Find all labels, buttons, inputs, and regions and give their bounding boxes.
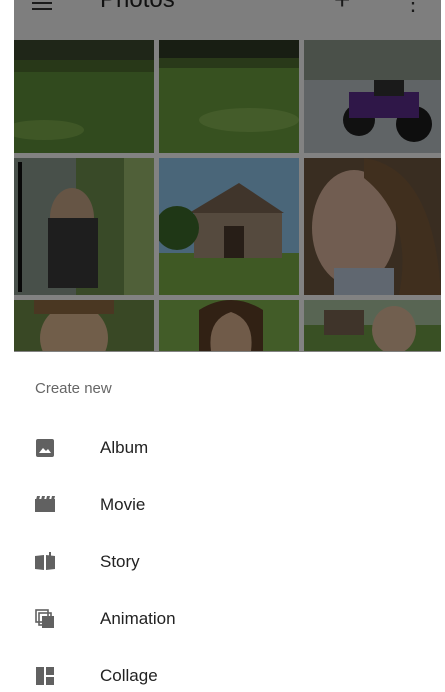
create-collage-item[interactable]: Collage: [14, 650, 441, 692]
collage-icon: [36, 667, 54, 685]
animation-icon: [35, 609, 54, 628]
sheet-title: Create new: [35, 380, 112, 397]
animation-label: Animation: [100, 609, 176, 628]
create-album-item[interactable]: Album: [14, 422, 441, 474]
movie-label: Movie: [100, 495, 146, 514]
movie-icon: [35, 496, 55, 512]
create-story-item[interactable]: Story: [14, 536, 441, 588]
album-icon: [36, 439, 54, 457]
collage-label: Collage: [100, 666, 158, 685]
phone-screen: Photos + ⋮: [14, 0, 441, 692]
create-animation-item[interactable]: Animation: [14, 593, 441, 645]
scrim-overlay[interactable]: [14, 0, 441, 352]
album-label: Album: [100, 438, 149, 457]
story-icon: [35, 552, 55, 570]
create-new-sheet: Create new Album Movie Story Animation C…: [14, 352, 441, 692]
story-label: Story: [100, 552, 140, 571]
create-movie-item[interactable]: Movie: [14, 479, 441, 531]
